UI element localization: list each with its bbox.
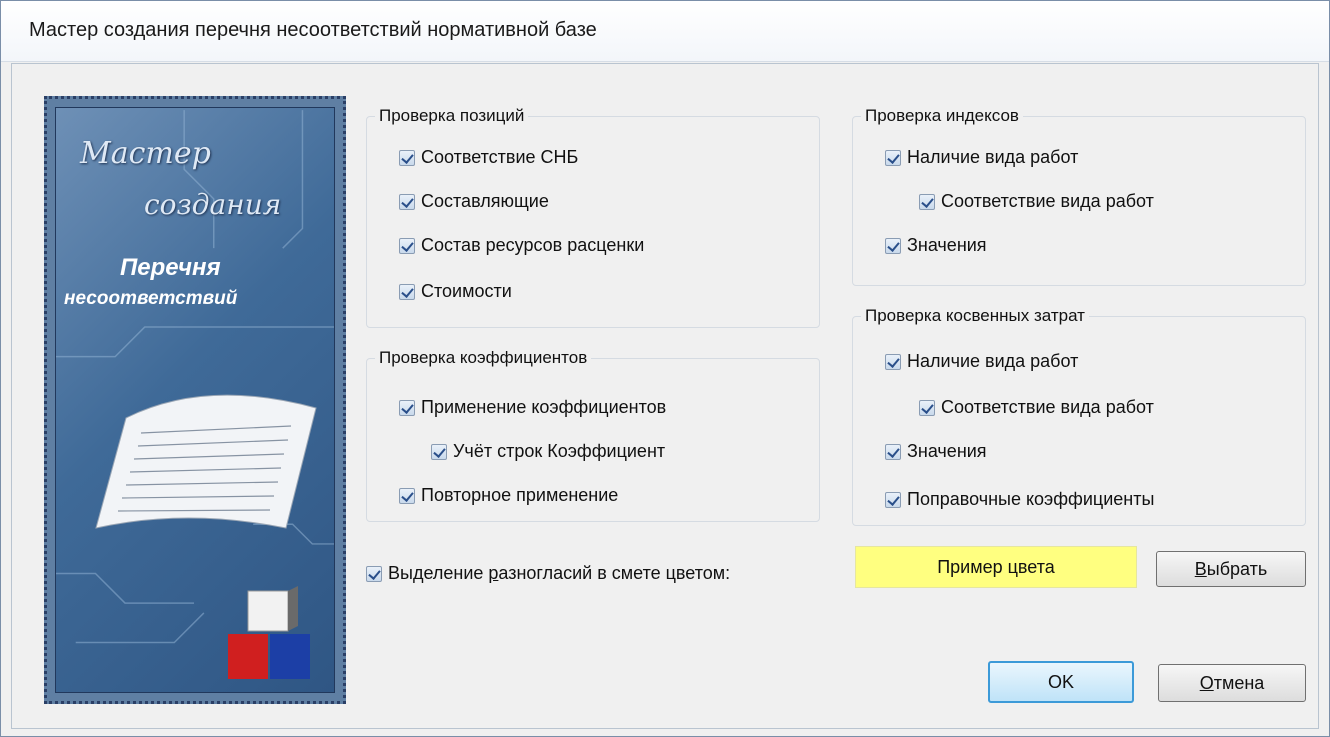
checkbox-index-work-type-present[interactable]: Наличие вида работ xyxy=(885,147,1078,168)
checkbox-costs[interactable]: Стоимости xyxy=(399,281,512,302)
checkbox-label: Значения xyxy=(907,235,987,255)
checkmark-icon[interactable] xyxy=(431,443,447,460)
checkmark-icon[interactable] xyxy=(366,565,382,582)
banner-title-line2: создания xyxy=(144,188,282,221)
wizard-banner-image: Мастер создания Перечня несоответствий xyxy=(44,96,346,704)
checkbox-label: Составляющие xyxy=(421,191,549,211)
checkbox-resource-composition[interactable]: Состав ресурсов расценки xyxy=(399,235,644,256)
checkbox-coefficient-rows[interactable]: Учёт строк Коэффициент xyxy=(431,441,665,462)
checkmark-icon[interactable] xyxy=(885,443,901,460)
cancel-button[interactable]: Отмена xyxy=(1158,664,1306,702)
group-position-checks-title: Проверка позиций xyxy=(375,106,529,126)
checkbox-highlight-discrepancies[interactable]: Выделение разногласий в смете цветом: xyxy=(366,563,730,584)
checkmark-icon[interactable] xyxy=(885,149,901,166)
checkbox-index-values[interactable]: Значения xyxy=(885,235,987,256)
banner-title-line1: Мастер xyxy=(80,136,211,171)
window-title: Мастер создания перечня несоответствий н… xyxy=(29,19,597,41)
group-coefficient-checks-title: Проверка коэффициентов xyxy=(375,348,592,368)
color-sample-text: Пример цвета xyxy=(937,556,1055,577)
checkbox-components[interactable]: Составляющие xyxy=(399,191,549,212)
checkmark-icon[interactable] xyxy=(399,283,415,300)
checkbox-label: Соответствие вида работ xyxy=(941,397,1154,417)
cubes-logo-icon xyxy=(228,586,310,679)
banner-title-line3: Перечня xyxy=(120,254,221,281)
checkmark-icon[interactable] xyxy=(399,149,415,166)
checkbox-indirect-work-type-match[interactable]: Соответствие вида работ xyxy=(919,397,1154,418)
title-bar: Мастер создания перечня несоответствий н… xyxy=(1,1,1329,62)
group-index-checks-title: Проверка индексов xyxy=(861,106,1023,126)
checkbox-index-work-type-match[interactable]: Соответствие вида работ xyxy=(919,191,1154,212)
checkbox-label: Значения xyxy=(907,441,987,461)
checkbox-repeated-application[interactable]: Повторное применение xyxy=(399,485,618,506)
checkbox-snb-compliance[interactable]: Соответствие СНБ xyxy=(399,147,578,168)
group-indirect-cost-checks: Проверка косвенных затрат Наличие вида р… xyxy=(852,306,1306,526)
checkbox-indirect-work-type-present[interactable]: Наличие вида работ xyxy=(885,351,1078,372)
checkmark-icon[interactable] xyxy=(885,353,901,370)
group-index-checks: Проверка индексов Наличие вида работ Соо… xyxy=(852,106,1306,286)
checkmark-icon[interactable] xyxy=(885,491,901,508)
checkbox-label: Стоимости xyxy=(421,281,512,301)
checkbox-indirect-values[interactable]: Значения xyxy=(885,441,987,462)
checkmark-icon[interactable] xyxy=(399,237,415,254)
checkmark-icon[interactable] xyxy=(919,399,935,416)
banner-background: Мастер создания Перечня несоответствий xyxy=(55,107,335,693)
checkbox-label: Наличие вида работ xyxy=(907,147,1079,167)
group-coefficient-checks: Проверка коэффициентов Применение коэффи… xyxy=(366,348,820,522)
checkbox-correction-coefficients[interactable]: Поправочные коэффициенты xyxy=(885,489,1154,510)
checkbox-label: Состав ресурсов расценки xyxy=(421,235,645,255)
ok-button[interactable]: OK xyxy=(988,661,1134,703)
checkbox-label: Наличие вида работ xyxy=(907,351,1079,371)
group-indirect-cost-checks-title: Проверка косвенных затрат xyxy=(861,306,1089,326)
checkmark-icon[interactable] xyxy=(399,487,415,504)
checkbox-apply-coefficients[interactable]: Применение коэффициентов xyxy=(399,397,666,418)
checkbox-label: Учёт строк Коэффициент xyxy=(453,441,666,461)
checkmark-icon[interactable] xyxy=(399,399,415,416)
checkbox-label: Соответствие СНБ xyxy=(421,147,579,167)
checkmark-icon[interactable] xyxy=(885,237,901,254)
banner-title-line4: несоответствий xyxy=(64,288,238,309)
checkbox-label: Повторное применение xyxy=(421,485,619,505)
choose-color-button[interactable]: Выбрать xyxy=(1156,551,1306,587)
document-sheet-icon xyxy=(95,394,317,529)
checkmark-icon[interactable] xyxy=(399,193,415,210)
checkbox-label: Поправочные коэффициенты xyxy=(907,489,1155,509)
color-sample-swatch: Пример цвета xyxy=(855,546,1137,588)
checkbox-label: Соответствие вида работ xyxy=(941,191,1154,211)
checkbox-label: Применение коэффициентов xyxy=(421,397,667,417)
group-position-checks: Проверка позиций Соответствие СНБ Состав… xyxy=(366,106,820,328)
checkmark-icon[interactable] xyxy=(919,193,935,210)
checkbox-label: Выделение разногласий в смете цветом: xyxy=(388,563,731,583)
